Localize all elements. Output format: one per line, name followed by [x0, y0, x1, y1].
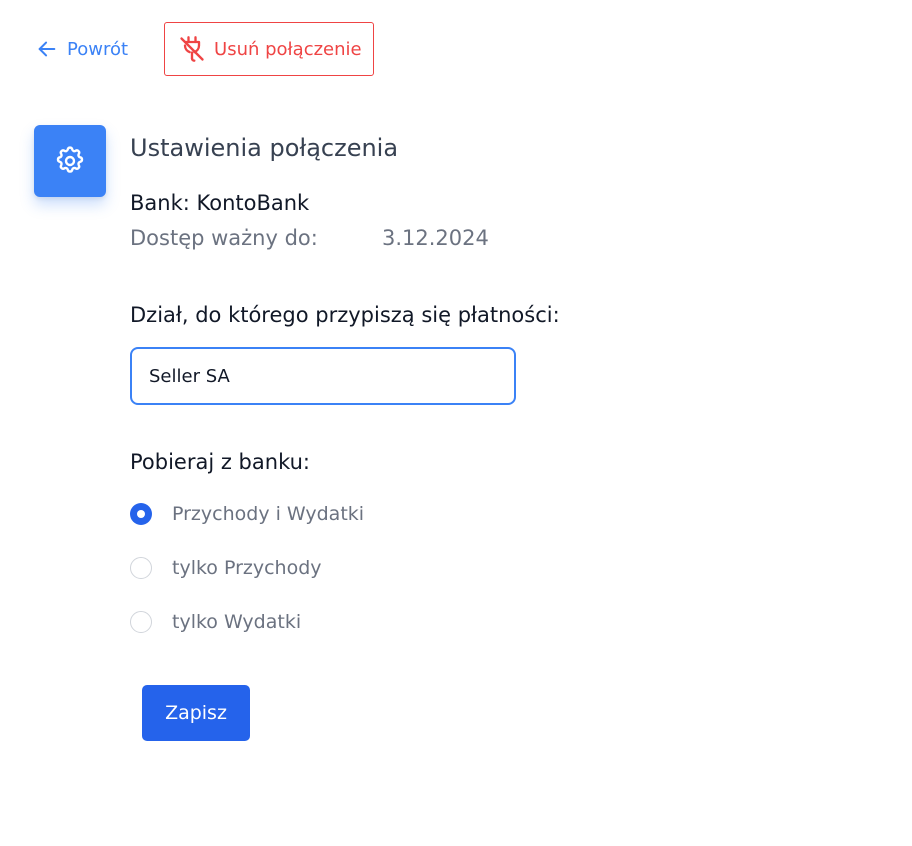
- settings-panel: Ustawienia połączenia Bank: KontoBank Do…: [130, 128, 830, 661]
- access-expiry: Dostęp ważny do: 3.12.2024: [130, 223, 830, 253]
- radio-button[interactable]: [130, 611, 152, 633]
- radio-button[interactable]: [130, 557, 152, 579]
- radio-label: tylko Wydatki: [172, 611, 302, 633]
- save-button[interactable]: Zapisz: [142, 685, 250, 741]
- radio-option-income-expenses[interactable]: Przychody i Wydatki: [130, 499, 830, 529]
- disconnect-label: Usuń połączenie: [214, 38, 362, 60]
- back-label: Powrót: [67, 38, 129, 60]
- page-title: Ustawienia połączenia: [130, 134, 399, 162]
- radio-label: Przychody i Wydatki: [172, 503, 365, 525]
- arrow-left-icon: [38, 41, 56, 57]
- settings-tile: [34, 125, 106, 197]
- fetch-options: Przychody i Wydatki tylko Przychody tylk…: [130, 499, 830, 637]
- gear-icon: [56, 146, 84, 173]
- access-expiry-value: 3.12.2024: [382, 226, 489, 250]
- radio-button[interactable]: [130, 503, 152, 525]
- department-input[interactable]: [130, 347, 516, 405]
- fetch-label: Pobieraj z banku:: [130, 450, 310, 474]
- bank-name: Bank: KontoBank: [130, 191, 310, 215]
- top-bar: Powrót Usuń połączenie: [36, 21, 374, 77]
- radio-label: tylko Przychody: [172, 557, 322, 579]
- back-link[interactable]: Powrót: [36, 21, 128, 77]
- access-expiry-label: Dostęp ważny do:: [130, 226, 318, 250]
- unplug-icon: [180, 36, 204, 62]
- radio-option-income-only[interactable]: tylko Przychody: [130, 553, 830, 583]
- department-label: Dział, do którego przypiszą się płatnośc…: [130, 303, 560, 327]
- disconnect-button[interactable]: Usuń połączenie: [164, 22, 374, 76]
- radio-option-expenses-only[interactable]: tylko Wydatki: [130, 607, 830, 637]
